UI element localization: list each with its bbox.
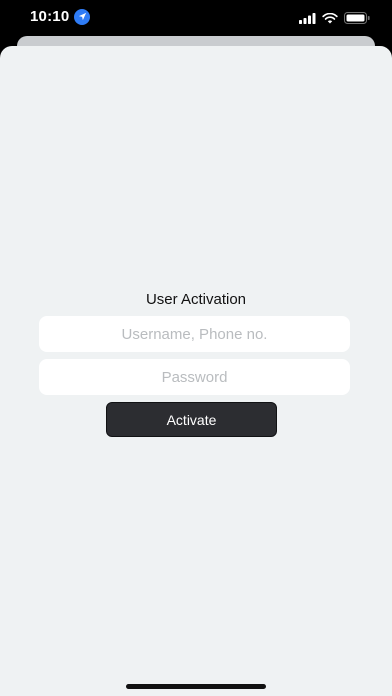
time-group: 10:10 [30,8,91,25]
activation-sheet: User Activation Activate [0,46,392,696]
battery-icon [344,11,370,29]
status-bar: 10:10 [0,0,392,36]
activate-button[interactable]: Activate [106,402,277,437]
cellular-signal-icon [299,11,316,29]
location-arrow-icon [74,8,91,25]
username-input[interactable] [39,316,350,352]
wifi-icon [322,11,338,29]
form-title: User Activation [145,291,247,308]
home-indicator [126,684,266,689]
password-input[interactable] [39,359,350,395]
status-time: 10:10 [30,8,70,25]
status-icons [299,11,370,29]
